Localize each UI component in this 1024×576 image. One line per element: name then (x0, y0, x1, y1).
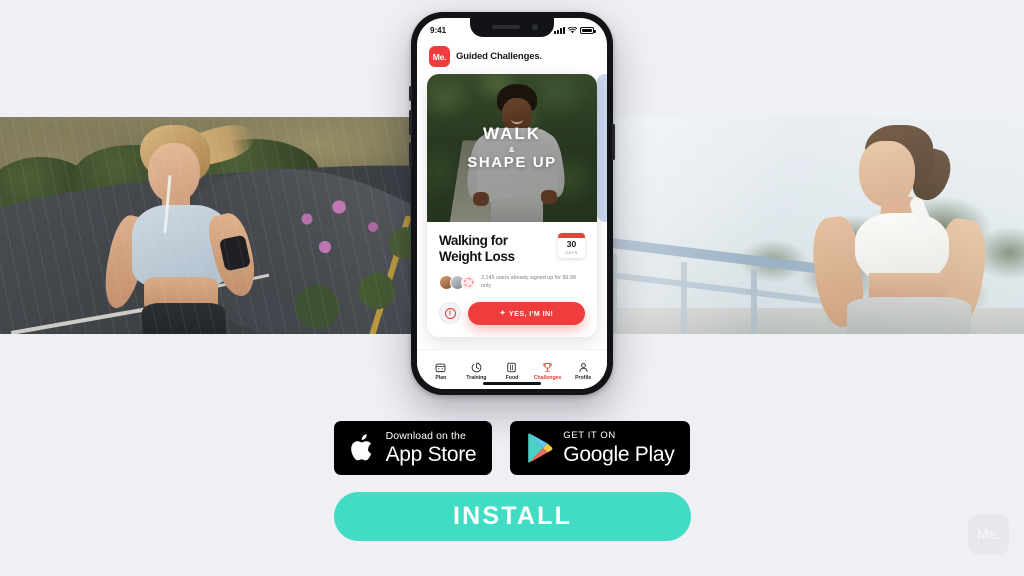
tab-training-label: Training (466, 374, 487, 381)
tab-profile[interactable]: Profile (565, 362, 601, 381)
photo-right-resting (607, 117, 1024, 334)
phone-screen: 9:41 Me. Guided Challenges. WALK & SHAPE… (417, 18, 607, 389)
phone-mute-switch (409, 86, 412, 101)
challenge-title: Walking for Weight Loss (439, 233, 515, 266)
tab-training[interactable]: Training (459, 362, 495, 381)
avatar (461, 275, 476, 291)
status-bar-indicators (554, 27, 596, 34)
calendar-icon (435, 363, 446, 372)
challenge-card-body: Walking for Weight Loss 30 DAYS 2,145 us… (427, 222, 597, 337)
challenge-hero-image: WALK & SHAPE UP (427, 74, 597, 222)
phone-volume-down-button (409, 142, 412, 167)
info-icon: i (444, 307, 456, 319)
google-play-text: GET IT ON Google Play (563, 431, 674, 465)
app-store-text: Download on the App Store (386, 431, 477, 466)
challenge-card[interactable]: WALK & SHAPE UP Walking for Weight Loss (427, 74, 597, 337)
photo-left-runner (0, 117, 417, 334)
app-store-big-label: App Store (385, 443, 477, 467)
avatar-stack (439, 275, 476, 291)
info-button[interactable]: i (439, 302, 461, 325)
tab-food-label: Food (505, 374, 519, 381)
days-badge-number: 30 (566, 239, 577, 249)
hero-line-2: SHAPE UP (467, 154, 557, 172)
tab-challenges[interactable]: Challenges (530, 362, 566, 381)
challenge-title-line-1: Walking for (439, 233, 508, 248)
days-badge-label: DAYS (565, 249, 578, 255)
install-button[interactable]: INSTALL (334, 492, 691, 541)
app-logo: Me. (429, 46, 450, 67)
sparkle-icon: ✦ (499, 310, 506, 318)
battery-icon (580, 27, 596, 34)
wifi-icon (568, 27, 577, 34)
tab-profile-label: Profile (575, 374, 592, 381)
phone-volume-up-button (409, 110, 412, 135)
store-badges: Download on the App Store GET IT ON Goog… (0, 421, 1024, 475)
trophy-icon (543, 362, 552, 372)
activity-icon (471, 362, 482, 372)
tab-plan[interactable]: Plan (423, 362, 459, 381)
join-challenge-label: YES, I'M IN! (508, 308, 554, 318)
app-header-title: Guided Challenges. (456, 51, 542, 62)
phone-power-button (612, 124, 615, 160)
app-header: Me. Guided Challenges. (417, 40, 607, 74)
next-challenge-card-peek[interactable] (597, 74, 607, 222)
phone-mockup: 9:41 Me. Guided Challenges. WALK & SHAPE… (409, 12, 615, 395)
google-play-big-label: Google Play (563, 442, 675, 466)
watermark-logo: Me. (968, 514, 1009, 555)
google-play-badge[interactable]: GET IT ON Google Play (510, 421, 691, 475)
home-indicator (483, 382, 541, 385)
person-icon (579, 362, 588, 372)
join-challenge-button[interactable]: ✦ YES, I'M IN! (468, 301, 585, 325)
tab-food[interactable]: Food (494, 362, 530, 381)
app-store-small-label: Download on the (385, 429, 466, 442)
challenge-card-area: WALK & SHAPE UP Walking for Weight Loss (417, 74, 607, 337)
challenge-title-row: Walking for Weight Loss 30 DAYS (439, 233, 585, 266)
photo-right-haze-overlay (607, 117, 1024, 334)
apple-logo-icon (350, 434, 371, 461)
challenge-title-line-2: Weight Loss (439, 249, 515, 265)
status-bar: 9:41 (417, 18, 607, 40)
social-proof-row: 2,145 users already signed up for $9.99 … (439, 275, 585, 291)
social-proof-text: 2,145 users already signed up for $9.99 … (481, 274, 576, 289)
google-play-icon (528, 433, 553, 463)
tab-plan-label: Plan (435, 374, 447, 381)
photo-left-rain-overlay (0, 117, 417, 334)
challenge-cta-row: i ✦ YES, I'M IN! (439, 301, 585, 325)
days-badge: 30 DAYS (558, 233, 585, 258)
hero-overlay-text: WALK & SHAPE UP (427, 74, 597, 222)
app-store-badge[interactable]: Download on the App Store (333, 421, 493, 475)
hero-line-1: WALK (482, 124, 542, 144)
food-icon (507, 362, 517, 372)
google-play-small-label: GET IT ON (563, 430, 616, 442)
status-bar-time: 9:41 (430, 26, 447, 35)
cellular-signal-icon (554, 27, 565, 34)
tab-challenges-label: Challenges (533, 374, 562, 381)
hero-ampersand: & (509, 145, 515, 155)
